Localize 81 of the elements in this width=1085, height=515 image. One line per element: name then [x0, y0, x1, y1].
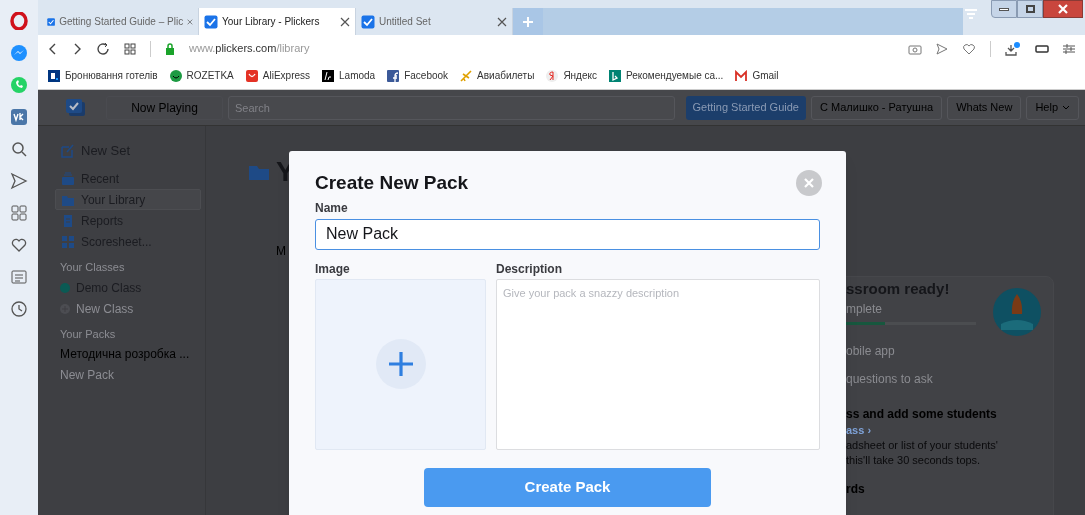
field-label: Image	[315, 260, 351, 276]
section-heading: Your Packs	[60, 327, 117, 342]
bookmark-icon	[546, 69, 559, 82]
create-pack-button[interactable]: Create Pack	[424, 467, 711, 507]
close-icon	[804, 178, 814, 189]
bookmark-link[interactable]: Lamoda	[339, 68, 376, 83]
checklist-heading: rds	[846, 481, 866, 498]
browser-tab[interactable]: Your Library - Plickers	[199, 8, 356, 35]
bookmark-icon	[48, 69, 60, 82]
inbox-icon	[61, 171, 75, 186]
bookmark-icon	[609, 69, 621, 82]
reload-icon[interactable]	[96, 41, 110, 56]
new-pack-link[interactable]: New Pack	[60, 365, 201, 386]
close-icon	[1058, 4, 1068, 14]
bookmark-icon	[735, 69, 748, 82]
download-icon[interactable]	[1005, 41, 1021, 56]
send-icon[interactable]	[936, 42, 948, 55]
whats-new-button[interactable]: Whats New	[947, 95, 1022, 120]
edit-icon	[61, 143, 75, 158]
send-icon[interactable]	[10, 172, 28, 190]
bookmark-icon	[245, 69, 258, 82]
bookmark-icon	[322, 69, 335, 82]
grid-icon[interactable]	[124, 42, 136, 55]
heart-icon[interactable]	[10, 236, 28, 254]
bookmark-icon	[387, 69, 400, 82]
heart-icon[interactable]	[962, 42, 976, 55]
caret-icon	[1062, 104, 1070, 111]
bookmark-link[interactable]: Яндекс	[563, 68, 597, 83]
document-icon	[61, 213, 75, 228]
name-field[interactable]: New Pack	[315, 218, 820, 250]
logo-icon[interactable]	[66, 98, 86, 117]
checkbox-icon	[361, 14, 375, 29]
checkbox-icon	[204, 14, 218, 29]
bookmark-link[interactable]: Авиабилеты	[477, 68, 535, 83]
opera-logo-icon[interactable]	[10, 12, 28, 30]
now-playing-button[interactable]: Now Playing	[106, 95, 223, 120]
bookmark-icon	[460, 69, 473, 82]
bookmark-icon	[169, 69, 182, 82]
bookmark-link[interactable]: Бронювання готелів	[65, 68, 158, 83]
forward-icon[interactable]	[72, 41, 82, 56]
section-heading: Your Classes	[60, 260, 126, 275]
search-field[interactable]: Search	[228, 95, 675, 120]
grid-icon	[61, 234, 75, 249]
checklist-heading: ss and add some students	[846, 406, 998, 423]
search-icon[interactable]	[10, 140, 28, 158]
bookmark-link[interactable]: Facebook	[404, 68, 449, 83]
restore-button[interactable]	[1017, 0, 1043, 18]
bookmark-link[interactable]: Gmail	[752, 68, 779, 83]
address-field[interactable]: www.plickers.com/library	[189, 40, 894, 57]
field-label: Name	[315, 199, 349, 217]
minimize-button[interactable]	[991, 0, 1017, 18]
getting-started-button[interactable]: Getting Started Guide	[685, 95, 806, 120]
rocket-icon	[993, 288, 1041, 336]
checklist-step: questions to ask	[846, 365, 1056, 393]
bookmark-link[interactable]: ROZETKA	[186, 68, 234, 83]
plus-icon	[387, 351, 414, 377]
user-menu-button[interactable]: С Малишко - Ратушна	[810, 95, 943, 120]
close-icon[interactable]	[340, 16, 350, 27]
bookmark-link[interactable]: Рекомендуемые са...	[626, 68, 724, 83]
battery-icon[interactable]	[1035, 43, 1049, 54]
messenger-icon[interactable]	[10, 44, 28, 62]
description-field[interactable]: Give your pack a snazzy description	[496, 278, 820, 450]
camera-icon[interactable]	[908, 42, 922, 55]
dialog-title: Create New Pack	[315, 171, 469, 195]
vk-icon[interactable]	[10, 108, 28, 126]
close-window-button[interactable]	[1043, 0, 1083, 18]
clock-icon[interactable]	[10, 300, 28, 318]
checklist-step: obile app	[846, 337, 1056, 365]
progress-text: mplete	[846, 301, 884, 318]
table-cell-text: M	[276, 243, 286, 260]
lock-icon	[165, 42, 175, 55]
close-icon[interactable]	[497, 16, 507, 27]
bookmark-link[interactable]: AliExpress	[262, 68, 311, 83]
grid-icon[interactable]	[10, 204, 28, 222]
settings-icon[interactable]	[1063, 42, 1075, 55]
create-class-link[interactable]: ass ›	[846, 423, 1056, 438]
folder-icon	[248, 163, 270, 181]
back-icon[interactable]	[48, 41, 58, 56]
help-button[interactable]: Help	[1026, 95, 1079, 120]
new-class-link[interactable]: New Class	[76, 299, 134, 318]
field-label: Description	[496, 260, 563, 276]
